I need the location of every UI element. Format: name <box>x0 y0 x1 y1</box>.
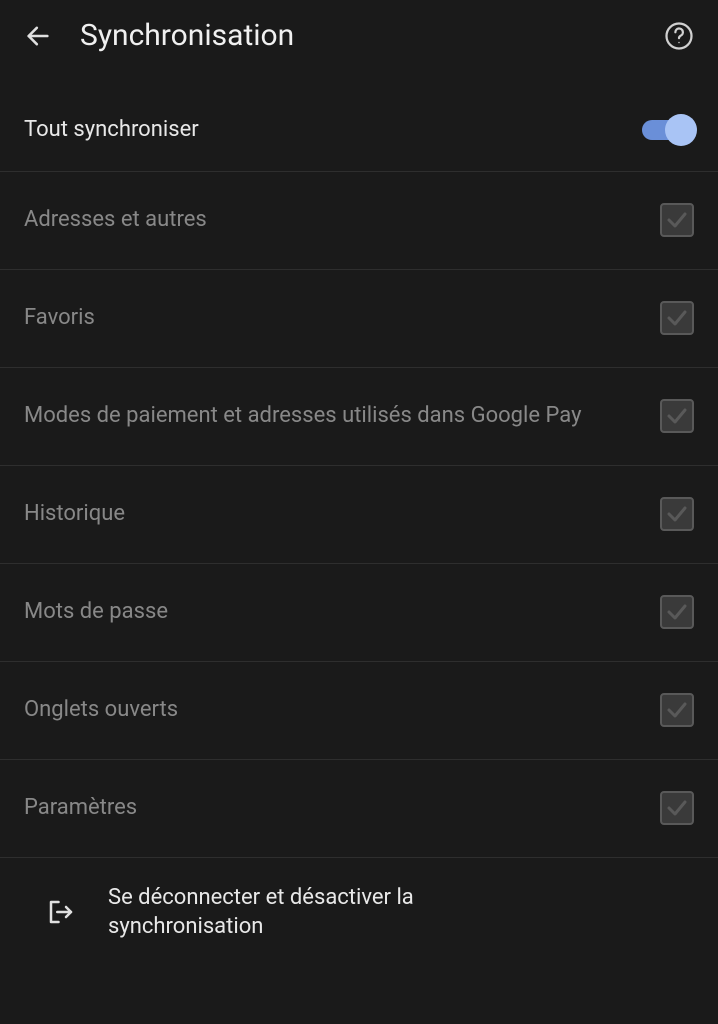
sync-item-addresses[interactable]: Adresses et autres <box>0 171 718 269</box>
sync-item-checkbox[interactable] <box>660 595 694 629</box>
sync-all-toggle[interactable] <box>642 120 694 140</box>
check-icon <box>665 502 689 526</box>
signout-row[interactable]: Se déconnecter et désactiver la synchron… <box>0 857 718 967</box>
sync-item-checkbox[interactable] <box>660 203 694 237</box>
sync-item-label: Historique <box>24 499 660 529</box>
sync-item-passwords[interactable]: Mots de passe <box>0 563 718 661</box>
sync-item-checkbox[interactable] <box>660 693 694 727</box>
sync-item-label: Modes de paiement et adresses utilisés d… <box>24 401 660 431</box>
signout-label: Se déconnecter et désactiver la synchron… <box>108 883 568 942</box>
help-icon <box>664 21 694 51</box>
sync-item-payments[interactable]: Modes de paiement et adresses utilisés d… <box>0 367 718 465</box>
sync-item-checkbox[interactable] <box>660 301 694 335</box>
sync-item-label: Mots de passe <box>24 597 660 627</box>
check-icon <box>665 208 689 232</box>
check-icon <box>665 404 689 428</box>
sync-item-bookmarks[interactable]: Favoris <box>0 269 718 367</box>
check-icon <box>665 306 689 330</box>
sync-item-open-tabs[interactable]: Onglets ouverts <box>0 661 718 759</box>
sync-item-label: Onglets ouverts <box>24 695 660 725</box>
check-icon <box>665 600 689 624</box>
back-button[interactable] <box>24 22 52 50</box>
page-title: Synchronisation <box>80 18 636 53</box>
sync-item-label: Favoris <box>24 303 660 333</box>
help-button[interactable] <box>664 21 694 51</box>
sync-item-checkbox[interactable] <box>660 497 694 531</box>
sync-item-label: Adresses et autres <box>24 205 660 235</box>
check-icon <box>665 698 689 722</box>
check-icon <box>665 796 689 820</box>
arrow-left-icon <box>24 22 52 50</box>
sync-item-checkbox[interactable] <box>660 399 694 433</box>
sync-all-row[interactable]: Tout synchroniser <box>0 71 718 171</box>
header: Synchronisation <box>0 0 718 71</box>
sync-item-label: Paramètres <box>24 793 660 823</box>
signout-icon <box>46 897 76 927</box>
sync-all-label: Tout synchroniser <box>24 115 642 145</box>
sync-item-history[interactable]: Historique <box>0 465 718 563</box>
sync-item-checkbox[interactable] <box>660 791 694 825</box>
sync-item-settings[interactable]: Paramètres <box>0 759 718 857</box>
signout-icon-wrapper <box>46 897 76 927</box>
